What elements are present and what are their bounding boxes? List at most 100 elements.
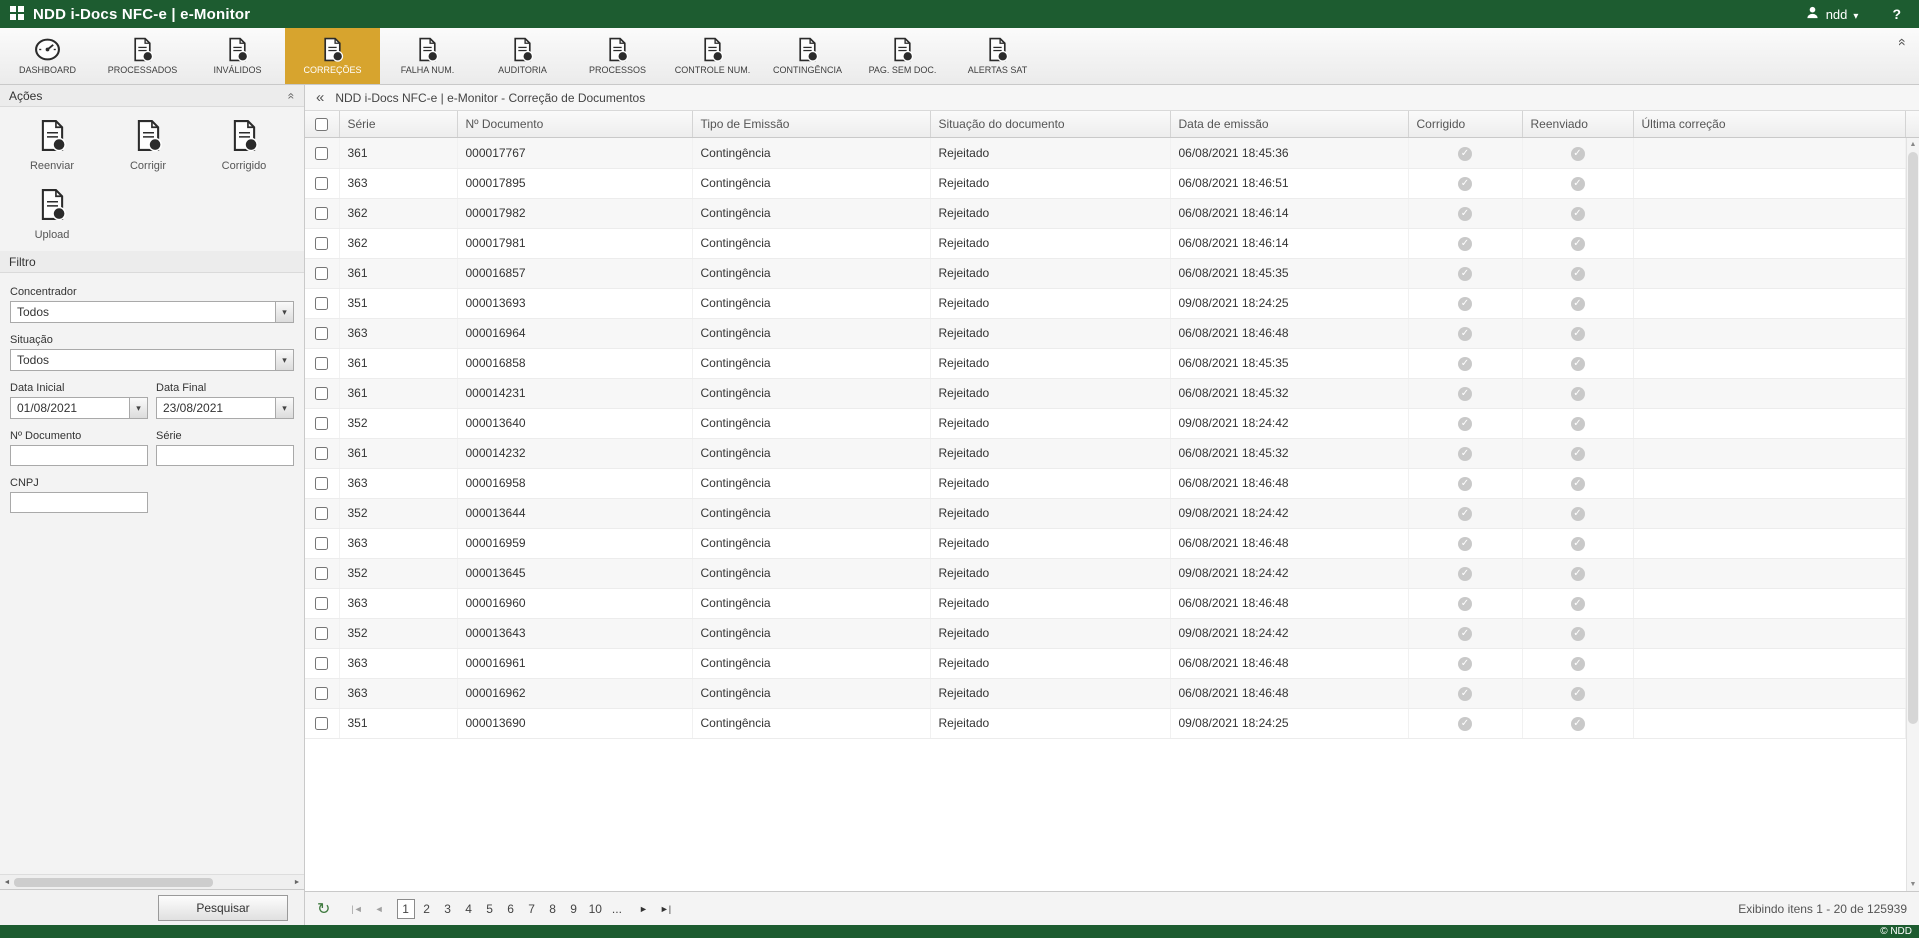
- table-row[interactable]: 361 000017767 Contingência Rejeitado 06/…: [305, 138, 1906, 168]
- row-checkbox[interactable]: [315, 357, 328, 370]
- table-row[interactable]: 363 000016961 Contingência Rejeitado 06/…: [305, 648, 1906, 678]
- table-row[interactable]: 361 000016857 Contingência Rejeitado 06/…: [305, 258, 1906, 288]
- toolbar-item-falha-num[interactable]: FALHA NUM.: [380, 28, 475, 84]
- num-documento-input[interactable]: [10, 445, 148, 466]
- table-row[interactable]: 361 000014231 Contingência Rejeitado 06/…: [305, 378, 1906, 408]
- toolbar-item-pag-sem-doc[interactable]: PAG. SEM DOC.: [855, 28, 950, 84]
- user-icon[interactable]: [1805, 5, 1820, 23]
- row-checkbox[interactable]: [315, 507, 328, 520]
- toolbar-item-processos[interactable]: PROCESSOS: [570, 28, 665, 84]
- row-checkbox[interactable]: [315, 537, 328, 550]
- action-corrigir[interactable]: Corrigir: [100, 119, 196, 172]
- row-checkbox[interactable]: [315, 477, 328, 490]
- row-checkbox[interactable]: [315, 297, 328, 310]
- toolbar-item-alertas-sat[interactable]: ALERTAS SAT: [950, 28, 1045, 84]
- row-checkbox[interactable]: [315, 597, 328, 610]
- scroll-up-icon[interactable]: [1907, 141, 1919, 148]
- dropdown-arrow-icon[interactable]: [129, 398, 147, 418]
- data-final-picker[interactable]: 23/08/2021: [156, 397, 294, 419]
- next-page-icon[interactable]: [636, 904, 651, 914]
- toolbar-item-correcoes[interactable]: CORREÇÕES: [285, 28, 380, 84]
- pesquisar-button[interactable]: Pesquisar: [158, 895, 288, 921]
- page-number[interactable]: 3: [439, 899, 457, 919]
- row-checkbox[interactable]: [315, 387, 328, 400]
- table-row[interactable]: 363 000016962 Contingência Rejeitado 06/…: [305, 678, 1906, 708]
- row-checkbox[interactable]: [315, 717, 328, 730]
- prev-page-icon[interactable]: [372, 904, 387, 914]
- data-inicial-picker[interactable]: 01/08/2021: [10, 397, 148, 419]
- page-number[interactable]: 4: [460, 899, 478, 919]
- row-checkbox[interactable]: [315, 327, 328, 340]
- toolbar-item-invalidos[interactable]: INVÁLIDOS: [190, 28, 285, 84]
- page-number[interactable]: 6: [502, 899, 520, 919]
- table-row[interactable]: 352 000013645 Contingência Rejeitado 09/…: [305, 558, 1906, 588]
- sidebar-collapse-icon[interactable]: [316, 89, 324, 106]
- table-row[interactable]: 363 000016959 Contingência Rejeitado 06/…: [305, 528, 1906, 558]
- dropdown-arrow-icon[interactable]: [275, 398, 293, 418]
- page-number[interactable]: ...: [608, 899, 626, 919]
- scroll-right-icon[interactable]: [290, 879, 304, 886]
- table-row[interactable]: 363 000017895 Contingência Rejeitado 06/…: [305, 168, 1906, 198]
- row-checkbox[interactable]: [315, 267, 328, 280]
- column-header[interactable]: Corrigido: [1408, 111, 1522, 137]
- row-checkbox[interactable]: [315, 177, 328, 190]
- toolbar-item-processados[interactable]: PROCESSADOS: [95, 28, 190, 84]
- toolbar-item-contingencia[interactable]: CONTINGÊNCIA: [760, 28, 855, 84]
- page-number[interactable]: 8: [544, 899, 562, 919]
- row-checkbox[interactable]: [315, 147, 328, 160]
- table-row[interactable]: 363 000016958 Contingência Rejeitado 06/…: [305, 468, 1906, 498]
- select-all-checkbox[interactable]: [315, 118, 328, 131]
- action-upload[interactable]: Upload: [4, 188, 100, 241]
- row-checkbox[interactable]: [315, 237, 328, 250]
- table-row[interactable]: 352 000013644 Contingência Rejeitado 09/…: [305, 498, 1906, 528]
- page-number[interactable]: 2: [418, 899, 436, 919]
- table-row[interactable]: 363 000016964 Contingência Rejeitado 06/…: [305, 318, 1906, 348]
- toolbar-item-dashboard[interactable]: DASHBOARD: [0, 28, 95, 84]
- user-menu[interactable]: ndd: [1826, 7, 1848, 22]
- action-corrigido[interactable]: Corrigido: [196, 119, 292, 172]
- toolbar-item-controle-num[interactable]: CONTROLE NUM.: [665, 28, 760, 84]
- column-header[interactable]: Reenviado: [1522, 111, 1633, 137]
- page-number[interactable]: 7: [523, 899, 541, 919]
- serie-input[interactable]: [156, 445, 294, 466]
- first-page-icon[interactable]: [348, 904, 365, 914]
- column-header[interactable]: Tipo de Emissão: [692, 111, 930, 137]
- page-number[interactable]: 9: [565, 899, 583, 919]
- page-number[interactable]: 1: [397, 899, 415, 919]
- page-number[interactable]: 10: [586, 899, 605, 919]
- scroll-down-icon[interactable]: [1907, 881, 1919, 888]
- table-vertical-scrollbar[interactable]: [1906, 138, 1919, 891]
- table-row[interactable]: 351 000013693 Contingência Rejeitado 09/…: [305, 288, 1906, 318]
- toolbar-collapse-icon[interactable]: [1899, 34, 1907, 50]
- situacao-select[interactable]: Todos: [10, 349, 294, 371]
- column-header[interactable]: Série: [339, 111, 457, 137]
- row-checkbox[interactable]: [315, 207, 328, 220]
- scrollbar-thumb[interactable]: [1908, 152, 1918, 724]
- row-checkbox[interactable]: [315, 567, 328, 580]
- cnpj-input[interactable]: [10, 492, 148, 513]
- column-header[interactable]: Situação do documento: [930, 111, 1170, 137]
- help-icon[interactable]: ?: [1892, 6, 1901, 22]
- row-checkbox[interactable]: [315, 687, 328, 700]
- column-header[interactable]: Última correção: [1633, 111, 1906, 137]
- row-checkbox[interactable]: [315, 657, 328, 670]
- toolbar-item-auditoria[interactable]: AUDITORIA: [475, 28, 570, 84]
- column-header[interactable]: Nº Documento: [457, 111, 692, 137]
- table-row[interactable]: 352 000013640 Contingência Rejeitado 09/…: [305, 408, 1906, 438]
- row-checkbox[interactable]: [315, 627, 328, 640]
- action-reenviar[interactable]: Reenviar: [4, 119, 100, 172]
- scrollbar-track[interactable]: [14, 877, 290, 888]
- app-grid-icon[interactable]: [10, 6, 24, 23]
- scroll-left-icon[interactable]: [0, 879, 14, 886]
- user-caret-icon[interactable]: [1853, 7, 1858, 22]
- dropdown-arrow-icon[interactable]: [275, 350, 293, 370]
- refresh-icon[interactable]: [317, 899, 330, 919]
- row-checkbox[interactable]: [315, 417, 328, 430]
- table-row[interactable]: 361 000016858 Contingência Rejeitado 06/…: [305, 348, 1906, 378]
- page-number[interactable]: 5: [481, 899, 499, 919]
- row-checkbox[interactable]: [315, 447, 328, 460]
- column-header[interactable]: Data de emissão: [1170, 111, 1408, 137]
- table-row[interactable]: 362 000017982 Contingência Rejeitado 06/…: [305, 198, 1906, 228]
- concentrador-select[interactable]: Todos: [10, 301, 294, 323]
- last-page-icon[interactable]: [657, 904, 674, 914]
